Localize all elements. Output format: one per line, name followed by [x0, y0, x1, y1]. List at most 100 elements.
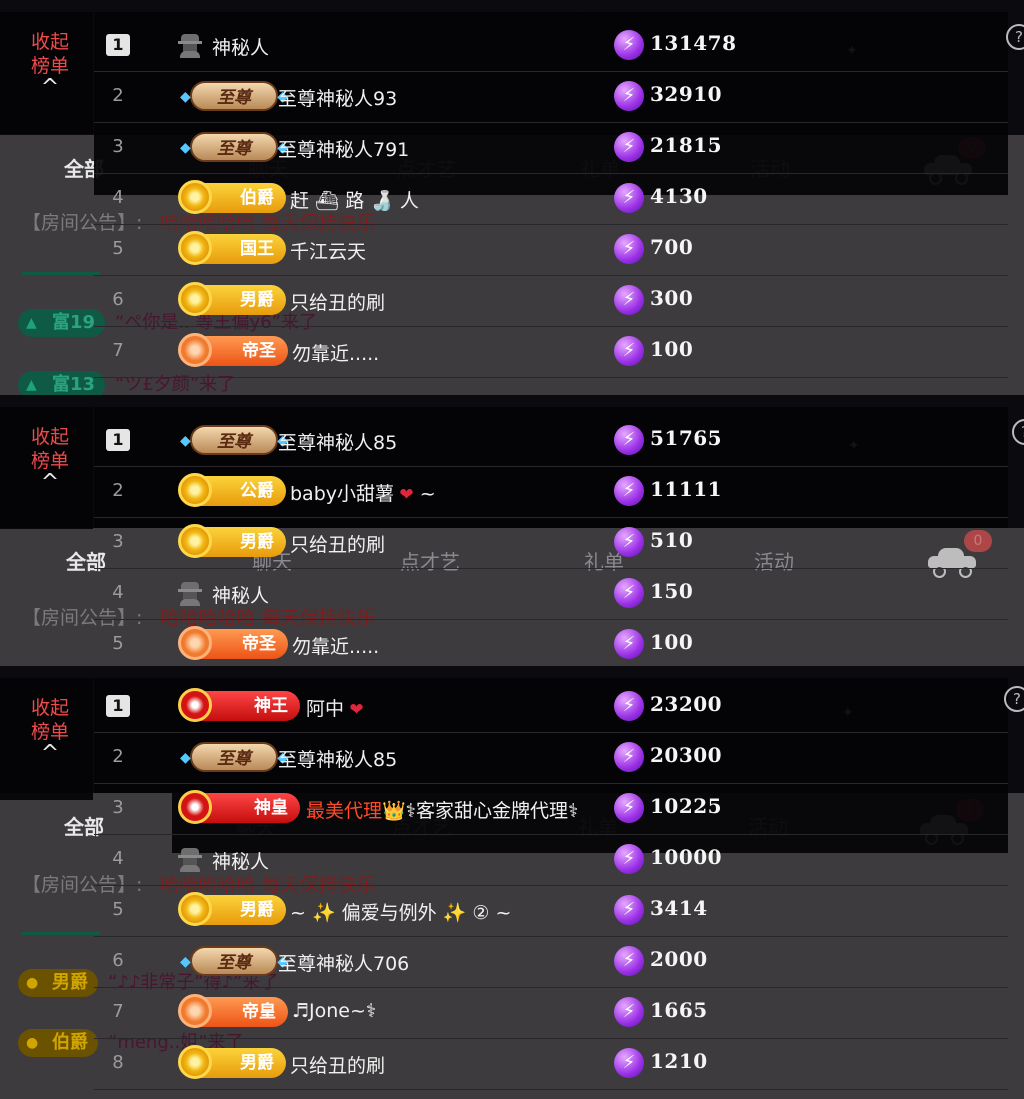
user-name-suffix: 👑⚕客家甜心金牌代理⚕ [382, 800, 579, 822]
user-name[interactable]: 至尊神秘人85 [278, 428, 397, 455]
badge-label: 帝皇 [242, 1002, 276, 1022]
contribution-score: 11111 [650, 477, 723, 501]
user-name[interactable]: 最美代理👑⚕客家甜心金牌代理⚕ [306, 796, 578, 823]
leaderboard-row[interactable]: 7 帝圣 勿靠近..... ⚡ 100 [94, 326, 1008, 378]
lightning-coin-icon: ⚡ [614, 997, 644, 1027]
lightning-coin-icon: ⚡ [614, 691, 644, 721]
lightning-coin-icon: ⚡ [614, 946, 644, 976]
leaderboard-row[interactable]: 5 男爵 ~ ✨ 偏爱与例外 ✨ ② ~ ⚡ 3414 [94, 885, 1008, 937]
lightning-coin-icon: ⚡ [614, 425, 644, 455]
noble-rank-badge: 国王 [178, 231, 286, 265]
chevron-up-icon: ^ [40, 75, 60, 100]
user-name[interactable]: 千江云天 [290, 237, 366, 264]
leaderboard-row[interactable]: 1 神王 阿中 ❤ ⚡ 23200 [94, 681, 1008, 733]
contribution-score: 700 [650, 235, 694, 259]
wealth-level-badge: 富13 [18, 371, 106, 395]
rank-number: 1 [106, 34, 130, 56]
badge-label: 至尊 [217, 432, 251, 452]
noble-rank-badge: 男爵 [178, 282, 286, 316]
user-name[interactable]: 神秘人 [212, 847, 269, 874]
user-name[interactable]: 至尊神秘人791 [278, 135, 409, 162]
collapse-tab: 收起 榜单 ^ [0, 12, 93, 134]
user-name[interactable]: 至尊神秘人85 [278, 745, 397, 772]
leaderboard-row[interactable]: 6 至尊 至尊神秘人706 ⚡2000 [94, 936, 1008, 988]
badge-label: 神皇 [254, 798, 288, 818]
badge-label: 至尊 [217, 953, 251, 973]
user-name-text: 神秘人 [212, 585, 270, 607]
user-name[interactable]: 只给丑的刷 [290, 288, 385, 315]
user-name[interactable]: 勿靠近..... [292, 339, 379, 366]
user-name[interactable]: 至尊神秘人706 [278, 949, 409, 976]
user-name[interactable]: 勿靠近..... [292, 632, 379, 659]
badge-label: 帝圣 [242, 341, 276, 361]
collapse-label-line1: 收起 [30, 31, 69, 53]
leaderboard-row[interactable]: 2 公爵 baby小甜薯 ❤ ~ ⚡ 11111 [94, 466, 1008, 518]
leaderboard-row[interactable]: 3 神皇 最美代理👑⚕客家甜心金牌代理⚕ ⚡ 10225 [94, 783, 1008, 835]
rank-number: 5 [112, 899, 124, 920]
rank-number: 2 [112, 480, 124, 501]
leaderboard-row[interactable]: 1 神秘人 ⚡ 131478 [94, 20, 1008, 72]
collapse-label-line2: 榜单 [30, 721, 69, 743]
rank-number: 2 [112, 746, 124, 767]
leaderboard-row[interactable]: 5 帝圣 勿靠近..... ⚡ 100 [94, 619, 1008, 666]
contribution-score: 150 [650, 579, 694, 603]
lightning-coin-icon: ⚡ [614, 742, 644, 772]
lightning-coin-icon: ⚡ [614, 629, 644, 659]
user-name[interactable]: 只给丑的刷 [290, 530, 385, 557]
collapse-label-line1: 收起 [30, 426, 69, 448]
leaderboard-row[interactable]: 2 至尊 至尊神秘人93 ⚡32910 [94, 71, 1008, 123]
user-name[interactable]: 阿中 ❤ [306, 694, 364, 721]
collapse-tab: 收起 榜单 ^ [0, 407, 93, 529]
user-name[interactable]: 神秘人 [212, 33, 269, 60]
collapse-tab: 收起 榜单 ^ [0, 678, 93, 800]
noble-rank-badge: 伯爵 [178, 180, 286, 214]
noble-rank-badge: 帝皇 [178, 994, 288, 1028]
leaderboard-row[interactable]: 4 神秘人 ⚡ 10000 [94, 834, 1008, 886]
user-name-text: 神秘人 [212, 37, 270, 59]
leaderboard-row[interactable]: 4 神秘人 ⚡ 150 [94, 568, 1008, 620]
collapse-leaderboard-button[interactable]: 收起 榜单 ^ [20, 30, 80, 100]
collapse-leaderboard-button[interactable]: 收起 榜单 ^ [20, 696, 80, 765]
user-name-text: 只给丑的刷 [290, 292, 386, 314]
heart-icon: ❤ [394, 485, 414, 505]
user-name[interactable]: 只给丑的刷 [290, 1051, 385, 1078]
user-name[interactable]: 赶 ⛴ 路 🍶 人 [290, 186, 419, 213]
badge-label: 至尊 [217, 88, 251, 108]
noble-rank-badge: 男爵 [178, 524, 286, 558]
leaderboard-row[interactable]: 8 男爵 只给丑的刷 ⚡ 1210 [94, 1038, 1008, 1090]
leaderboard-row[interactable]: 5 国王 千江云天 ⚡ 700 [94, 224, 1008, 276]
rank-emblem-icon [178, 688, 212, 722]
noble-rank-badge: 帝圣 [178, 626, 288, 660]
badge-label: 至尊 [217, 139, 251, 159]
lightning-coin-icon: ⚡ [614, 578, 644, 608]
collapse-leaderboard-button[interactable]: 收起 榜单 ^ [20, 425, 80, 494]
user-name[interactable]: ♬Jone~⚕ [292, 1000, 376, 1022]
rank-emblem-icon [178, 626, 212, 660]
leaderboard-row[interactable]: 6 男爵 只给丑的刷 ⚡ 300 [94, 275, 1008, 327]
user-name[interactable]: baby小甜薯 ❤ ~ [290, 479, 436, 506]
user-name-text: 勿靠近..... [292, 636, 380, 658]
rank-number: 6 [112, 950, 124, 971]
contribution-score: 1665 [650, 998, 708, 1022]
rank-number: 1 [106, 429, 130, 451]
lightning-coin-icon: ⚡ [614, 895, 644, 925]
noble-rank-badge: 至尊 [180, 742, 288, 773]
user-name[interactable]: 神秘人 [212, 581, 269, 608]
user-name[interactable]: 至尊神秘人93 [278, 84, 397, 111]
rank-number: 2 [112, 85, 124, 106]
user-name[interactable]: ~ ✨ 偏爱与例外 ✨ ② ~ [290, 898, 511, 925]
leaderboard-row[interactable]: 7 帝皇 ♬Jone~⚕ ⚡ 1665 [94, 987, 1008, 1039]
rank-emblem-icon [178, 473, 212, 507]
user-name-text: 阿中 [306, 698, 345, 720]
leaderboard-panel-3: ✦ 全部 聊天 点才艺 礼单 活动 1 【房间公告】:哈哈哈哈哈 每天保持快乐 … [0, 666, 1024, 1099]
user-name-text: ♬Jone~⚕ [292, 1000, 377, 1022]
leaderboard-row[interactable]: 1 至尊 至尊神秘人85 ⚡51765 [94, 415, 1008, 467]
leaderboard-row[interactable]: 3 至尊 至尊神秘人791 ⚡21815 [94, 122, 1008, 174]
badge-label: 帝圣 [242, 634, 276, 654]
contribution-score: 20300 [650, 743, 723, 767]
rank-number: 1 [106, 695, 130, 717]
leaderboard-row[interactable]: 3 男爵 只给丑的刷 ⚡ 510 [94, 517, 1008, 569]
leaderboard-row[interactable]: 2 至尊 至尊神秘人85 ⚡20300 [94, 732, 1008, 784]
leaderboard-row[interactable]: 4 伯爵赶 ⛴ 路 🍶 人 ⚡ 4130 [94, 173, 1008, 225]
contribution-score: 2000 [650, 947, 708, 971]
